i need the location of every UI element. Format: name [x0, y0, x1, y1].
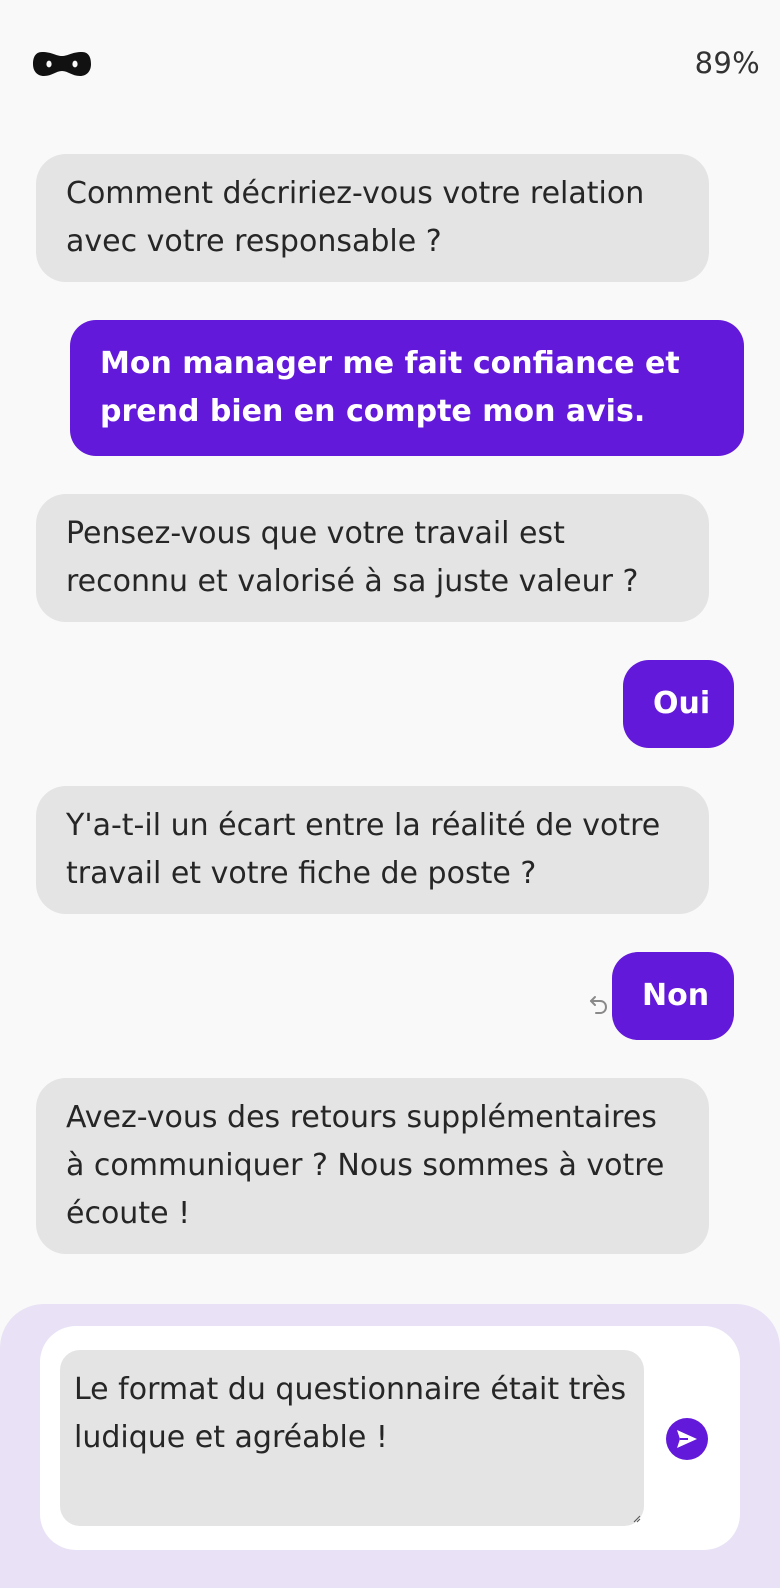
user-message: Non: [612, 952, 734, 1040]
message-input[interactable]: Le format du questionnaire était très lu…: [60, 1350, 644, 1526]
user-message: Oui: [623, 660, 734, 748]
composer-card: Le format du questionnaire était très lu…: [40, 1326, 740, 1550]
header: 89%: [0, 0, 780, 128]
bot-message: Y'a-t-il un écart entre la réalité de vo…: [36, 786, 709, 914]
undo-arrow-icon[interactable]: [584, 992, 610, 1018]
resize-grip-icon[interactable]: [633, 1515, 641, 1523]
progress-percentage: 89%: [694, 46, 760, 80]
bot-message: Comment décririez-vous votre relation av…: [36, 154, 709, 282]
user-message: Mon manager me fait confiance et prend b…: [70, 320, 744, 456]
send-icon: [677, 1430, 697, 1448]
mask-icon: [33, 52, 91, 76]
composer-panel: Le format du questionnaire était très lu…: [0, 1304, 780, 1588]
bot-message: Pensez-vous que votre travail est reconn…: [36, 494, 709, 622]
bot-message: Avez-vous des retours supplémentaires à …: [36, 1078, 709, 1254]
chat-page: 89% Comment décririez-vous votre relatio…: [0, 0, 780, 1588]
send-button[interactable]: [666, 1418, 708, 1460]
